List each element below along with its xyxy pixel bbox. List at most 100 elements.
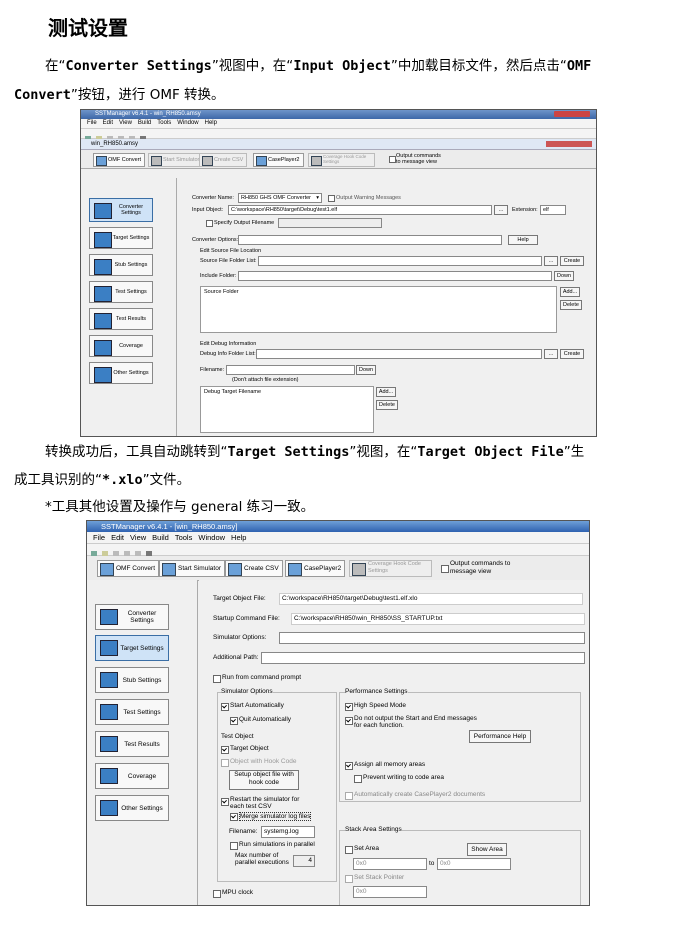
input-object-field[interactable]: C:\workspace\RH850\target\Debug\test1.el… xyxy=(228,205,492,215)
help-button[interactable]: Help xyxy=(508,235,538,245)
menu-help[interactable]: Help xyxy=(231,533,246,542)
menu-tools[interactable]: Tools xyxy=(175,533,193,542)
menu-edit[interactable]: Edit xyxy=(103,120,113,126)
create-debug-button[interactable]: Create xyxy=(560,349,584,359)
source-folder-table[interactable]: Source Folder xyxy=(200,286,557,333)
sidebar-coverage[interactable]: Coverage xyxy=(95,763,169,789)
sidebar-test-results[interactable]: Test Results xyxy=(95,731,169,757)
stack-pointer-field[interactable]: 0x0 xyxy=(353,886,427,898)
down-debug-button[interactable]: Down xyxy=(356,365,376,375)
high-speed-label: High Speed Mode xyxy=(354,702,407,709)
debug-target-header: Debug Target Filename xyxy=(204,389,262,395)
sidebar-other-settings[interactable]: Other Settings xyxy=(89,362,153,384)
browse-source-button[interactable]: ... xyxy=(544,256,558,266)
create-csv-button[interactable]: Create CSV xyxy=(199,153,248,167)
menu-view[interactable]: View xyxy=(130,533,146,542)
output-commands-checkbox[interactable] xyxy=(389,156,396,163)
sidebar-test-settings[interactable]: Test Settings xyxy=(89,281,153,303)
auto-caseplayer-checkbox[interactable] xyxy=(345,792,353,800)
sidebar-converter-settings[interactable]: Converter Settings xyxy=(95,604,169,630)
log-filename-field[interactable]: systemg.log xyxy=(261,826,315,838)
sidebar-other-settings[interactable]: Other Settings xyxy=(95,795,169,821)
area-from-field[interactable]: 0x0 xyxy=(353,858,427,870)
sidebar-stub-settings[interactable]: Stub Settings xyxy=(95,667,169,693)
converter-options-field[interactable] xyxy=(238,235,502,245)
target-object-label: Target Object File: xyxy=(213,595,266,602)
target-object-field[interactable]: C:\workspace\RH850\target\Debug\test1.el… xyxy=(279,593,583,605)
mpu-clock-checkbox[interactable] xyxy=(213,890,221,898)
hook-icon xyxy=(311,156,322,166)
simulator-options-field[interactable] xyxy=(279,632,585,644)
create-source-button[interactable]: Create xyxy=(560,256,584,266)
menu-file[interactable]: File xyxy=(93,533,105,542)
debug-folder-list-field[interactable] xyxy=(256,349,542,359)
add-source-button[interactable]: Add... xyxy=(560,287,580,297)
additional-path-field[interactable] xyxy=(261,652,585,664)
menu-build[interactable]: Build xyxy=(138,120,151,126)
extension-field[interactable]: elf xyxy=(540,205,566,215)
omf-convert-button[interactable]: OMF Convert xyxy=(97,560,160,577)
output-commands-checkbox[interactable] xyxy=(441,565,449,573)
create-csv-button[interactable]: Create CSV xyxy=(225,560,283,577)
sidebar-coverage[interactable]: Coverage xyxy=(89,335,153,357)
menu-view[interactable]: View xyxy=(119,120,132,126)
show-area-button[interactable]: Show Area xyxy=(467,843,507,856)
area-to-field[interactable]: 0x0 xyxy=(437,858,511,870)
startup-command-field[interactable]: C:\workspace\RH850\win_RH850\SS_STARTUP.… xyxy=(291,613,585,625)
max-parallel-stepper[interactable]: 4 xyxy=(293,855,315,867)
output-warning-checkbox[interactable] xyxy=(328,195,335,202)
sidebar-test-results[interactable]: Test Results xyxy=(89,308,153,330)
sidebar-target-settings[interactable]: Target Settings xyxy=(89,227,153,249)
source-folder-list-field[interactable] xyxy=(258,256,542,266)
down-button[interactable]: Down xyxy=(554,271,574,281)
target-object-checkbox[interactable] xyxy=(221,746,229,754)
prevent-writing-checkbox[interactable] xyxy=(354,775,362,783)
browse-debug-button[interactable]: ... xyxy=(544,349,558,359)
include-folder-field[interactable] xyxy=(238,271,552,281)
delete-source-button[interactable]: Delete xyxy=(560,300,582,310)
specify-output-checkbox[interactable] xyxy=(206,220,213,227)
converter-name-select[interactable]: RH850 GHS OMF Converter ▾ xyxy=(238,193,322,203)
browse-input-button[interactable]: ... xyxy=(494,205,508,215)
sidebar-target-settings[interactable]: Target Settings xyxy=(95,635,169,661)
performance-help-button[interactable]: Performance Help xyxy=(469,730,531,743)
debug-target-table[interactable]: Debug Target Filename xyxy=(200,386,374,433)
omf-convert-button[interactable]: OMF Convert xyxy=(93,153,146,167)
run-parallel-checkbox[interactable] xyxy=(230,842,238,850)
high-speed-checkbox[interactable] xyxy=(345,703,353,711)
no-output-msgs-checkbox[interactable] xyxy=(345,717,353,725)
start-auto-checkbox[interactable] xyxy=(221,703,229,711)
caseplayer2-button[interactable]: CasePlayer2 xyxy=(253,153,304,167)
menu-build[interactable]: Build xyxy=(152,533,169,542)
menu-tools[interactable]: Tools xyxy=(157,120,171,126)
start-simulator-button[interactable]: Start Simulator xyxy=(148,153,204,167)
menu-edit[interactable]: Edit xyxy=(111,533,124,542)
coverage-hook-button[interactable]: Coverage Hook Code Settings xyxy=(349,560,432,577)
menu-file[interactable]: File xyxy=(87,120,97,126)
menu-help[interactable]: Help xyxy=(205,120,217,126)
log-filename-label: Filename: xyxy=(229,828,258,835)
menu-window[interactable]: Window xyxy=(198,533,225,542)
start-simulator-button[interactable]: Start Simulator xyxy=(159,560,225,577)
sidebar-test-settings[interactable]: Test Settings xyxy=(95,699,169,725)
output-filename-field[interactable] xyxy=(278,218,382,228)
set-area-checkbox[interactable] xyxy=(345,846,353,854)
quit-auto-checkbox[interactable] xyxy=(230,717,238,725)
menu-window[interactable]: Window xyxy=(177,120,198,126)
merge-logs-checkbox[interactable] xyxy=(230,813,238,821)
sidebar-stub-settings[interactable]: Stub Settings xyxy=(89,254,153,276)
sidebar-converter-settings[interactable]: Converter Settings xyxy=(89,198,153,222)
debug-filename-field[interactable] xyxy=(226,365,355,375)
delete-debug-button[interactable]: Delete xyxy=(376,400,398,410)
add-debug-button[interactable]: Add... xyxy=(376,387,396,397)
caseplayer2-button[interactable]: CasePlayer2 xyxy=(285,560,346,577)
restart-sim-checkbox[interactable] xyxy=(221,798,229,806)
setup-object-button[interactable]: Setup object file with hook code xyxy=(229,770,299,790)
mpu-clock-label: MPU clock xyxy=(222,889,254,896)
run-from-cmd-checkbox[interactable] xyxy=(213,675,221,683)
coverage-hook-button[interactable]: Coverage Hook Code Settings xyxy=(308,153,375,167)
object-hook-checkbox[interactable] xyxy=(221,759,229,767)
source-folder-header: Source Folder xyxy=(204,289,239,295)
set-stack-pointer-checkbox[interactable] xyxy=(345,875,353,883)
assign-memory-checkbox[interactable] xyxy=(345,762,353,770)
